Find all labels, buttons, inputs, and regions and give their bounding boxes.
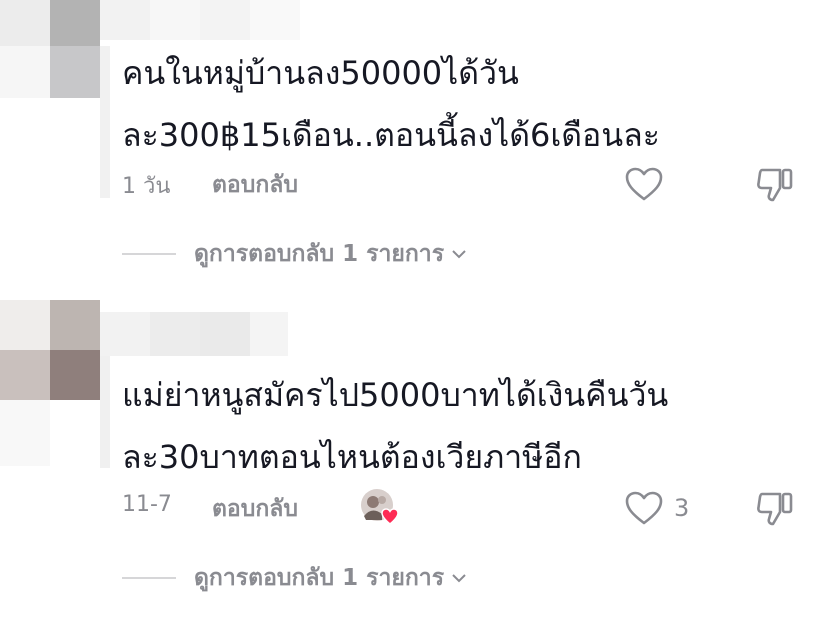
dislike-button[interactable]: [754, 164, 796, 204]
heart-outline-icon: [625, 167, 663, 201]
comment-date: 11-7: [122, 492, 172, 517]
like-button[interactable]: 3: [624, 488, 689, 528]
view-replies-button[interactable]: ดูการตอบกลับ 1 รายการ: [122, 560, 468, 596]
thumbs-down-outline-icon: [757, 168, 793, 202]
creator-liked-badge: [360, 488, 400, 528]
comment-actions: 11-7 ตอบกลับ 3: [122, 488, 812, 528]
chevron-down-icon: [452, 574, 466, 583]
heart-outline-icon: [625, 491, 663, 525]
like-count: 3: [674, 494, 690, 522]
reply-button[interactable]: ตอบกลับ: [212, 167, 298, 203]
thumbs-down-outline-icon: [757, 492, 793, 526]
dislike-button[interactable]: [754, 488, 796, 528]
comment-text: แม่ย่าหนูสมัครไป5000บาทได้เงินคืนวัน ละ3…: [122, 364, 722, 488]
reply-button[interactable]: ตอบกลับ: [212, 491, 298, 527]
comment-item: แม่ย่าหนูสมัครไป5000บาทได้เงินคืนวัน ละ3…: [0, 296, 828, 624]
view-replies-label: ดูการตอบกลับ 1 รายการ: [194, 241, 445, 267]
divider-line: [122, 577, 176, 579]
like-button[interactable]: [624, 164, 674, 204]
creator-avatar-heart-icon: [361, 489, 399, 525]
comment-text-line: ละ300฿15เดือน..ตอนนี้ลงได้6เดือนละ: [122, 116, 660, 154]
comment-actions: 1 วัน ตอบกลับ: [122, 164, 812, 204]
comment-text-line: ละ30บาทตอนไหนต้องเวียภาษีอีก: [122, 438, 582, 476]
comment-item: คนในหมู่บ้านลง50000ได้วัน ละ300฿15เดือน.…: [0, 0, 828, 290]
divider-line: [122, 253, 176, 255]
comment-text: คนในหมู่บ้านลง50000ได้วัน ละ300฿15เดือน.…: [122, 42, 722, 166]
comment-text-line: คนในหมู่บ้านลง50000ได้วัน: [122, 54, 519, 92]
comment-date: 1 วัน: [122, 174, 171, 199]
chevron-down-icon: [452, 250, 466, 259]
view-replies-label: ดูการตอบกลับ 1 รายการ: [194, 565, 445, 591]
comment-text-line: แม่ย่าหนูสมัครไป5000บาทได้เงินคืนวัน: [122, 376, 669, 414]
view-replies-button[interactable]: ดูการตอบกลับ 1 รายการ: [122, 236, 468, 272]
